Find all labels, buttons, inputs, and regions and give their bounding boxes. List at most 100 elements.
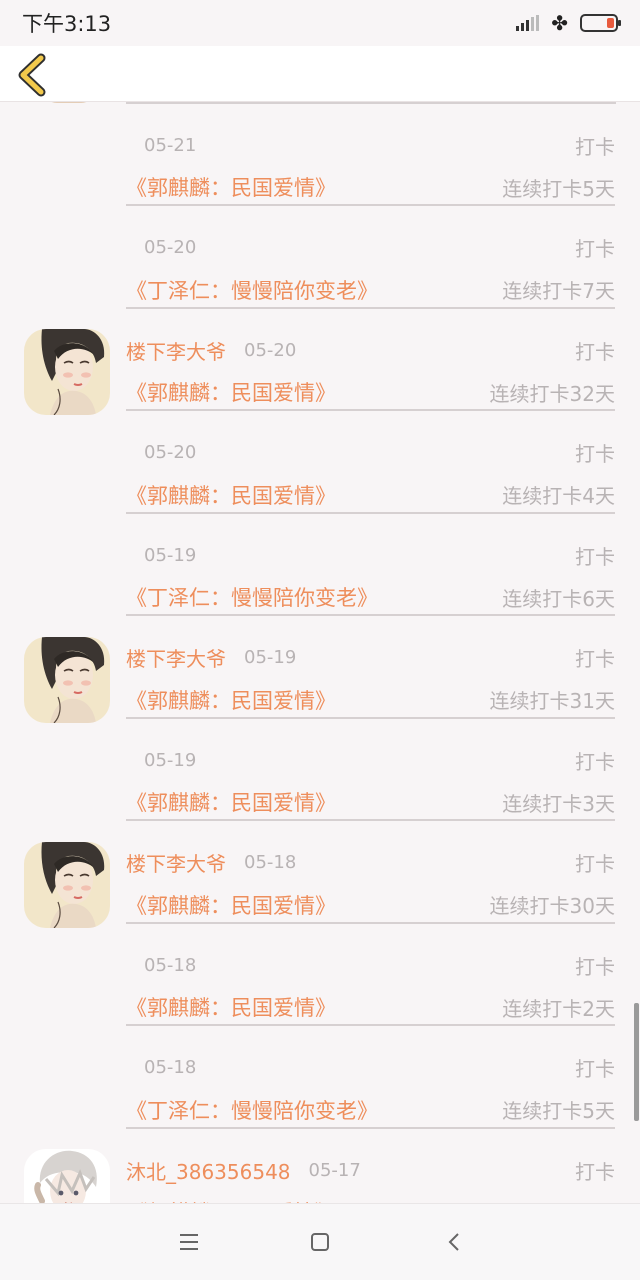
record-header: 05-20 打卡 (126, 438, 615, 468)
record-date: 05-20 (144, 237, 197, 258)
record-body: 《郭麒麟：民国爱情》 连续打卡4天 (126, 480, 615, 510)
checkin-label: 打卡 (575, 749, 615, 774)
book-title-link[interactable]: 《丁泽仁：慢慢陪你变老》 (126, 582, 378, 612)
book-title-link[interactable]: 《郭麒麟：民国爱情》 (126, 787, 336, 817)
menu-icon (180, 1234, 198, 1250)
streak-count: 连续打卡30天 (489, 894, 615, 918)
top-bar (0, 46, 640, 102)
record-header: 05-21 打卡 (126, 130, 615, 160)
streak-count: 连续打卡32天 (489, 381, 615, 406)
system-back-button[interactable] (441, 1228, 469, 1256)
checkin-label: 打卡 (575, 1159, 615, 1184)
nickname[interactable]: 楼下李大爷 (126, 336, 226, 365)
avatar-girl-illustration[interactable] (24, 329, 110, 415)
book-title-link[interactable]: 《郭麒麟：民国爱情》 (126, 172, 336, 202)
checkin-list[interactable]: 05-21 打卡 《郭麒麟：民国爱情》 连续打卡5天 05-20 打卡 《丁泽仁… (0, 102, 640, 1203)
checkin-record[interactable]: 05-20 打卡 《郭麒麟：民国爱情》 连续打卡4天 (0, 412, 640, 515)
checkin-label: 打卡 (575, 237, 615, 261)
record-header: 05-19 打卡 (126, 745, 615, 775)
book-title-link[interactable]: 《丁泽仁：慢慢陪你变老》 (126, 275, 378, 305)
record-header: 05-18 打卡 (126, 950, 615, 980)
avatar-girl-illustration[interactable] (24, 841, 110, 928)
record-body: 《郭麒麟：民国爱情》 连续打卡5天 (126, 172, 615, 202)
checkin-record[interactable]: 楼下李大爷 05-19 打卡 《郭麒麟：民国爱情》 连续打卡31天 (0, 617, 640, 723)
status-icons: ✤ (516, 11, 621, 35)
nickname[interactable]: 楼下李大爷 (126, 643, 226, 672)
battery-icon (580, 14, 621, 32)
record-body: 《丁泽仁：慢慢陪你变老》 连续打卡7天 (126, 275, 615, 305)
nickname[interactable]: 楼下李大爷 (126, 848, 226, 877)
status-bar: 下午3:13 ✤ (0, 0, 640, 46)
record-header: 楼下李大爷 05-20 打卡 (126, 335, 615, 365)
streak-count: 连续打卡31天 (489, 689, 615, 713)
record-date: 05-21 (144, 134, 197, 156)
streak-count: 连续打卡4天 (502, 484, 615, 508)
streak-count: 连续打卡5天 (502, 176, 615, 201)
book-title-link[interactable]: 《郭麒麟：民国爱情》 (126, 890, 336, 920)
streak-count: 连续打卡2天 (502, 996, 615, 1021)
checkin-record[interactable]: 05-21 打卡 《郭麒麟：民国爱情》 连续打卡5天 (0, 104, 640, 207)
checkin-label: 打卡 (575, 544, 615, 569)
record-header: 楼下李大爷 05-18 打卡 (126, 848, 615, 878)
avatar-anime-boy[interactable] (24, 1149, 110, 1203)
checkin-label: 打卡 (575, 442, 615, 466)
streak-count: 连续打卡3天 (502, 791, 615, 816)
record-date: 05-17 (308, 1159, 361, 1181)
record-body: 《丁泽仁：慢慢陪你变老》 连续打卡6天 (126, 582, 615, 612)
signal-icon (516, 15, 540, 31)
checkin-label: 打卡 (575, 1057, 615, 1081)
book-title-link[interactable]: 《丁泽仁：慢慢陪你变老》 (126, 1095, 378, 1125)
record-body: 《郭麒麟：民国爱情》 连续打卡31天 (126, 685, 615, 715)
record-date: 05-19 (144, 544, 197, 566)
record-body: 《郭麒麟：民国爱情》 连续打卡2天 (126, 992, 615, 1022)
battery-level (607, 18, 614, 28)
checkin-record[interactable]: 05-18 打卡 《丁泽仁：慢慢陪你变老》 连续打卡5天 (0, 1027, 640, 1130)
clover-icon: ✤ (551, 11, 568, 35)
home-square-icon (311, 1233, 329, 1251)
record-date: 05-18 (144, 1057, 197, 1078)
checkin-label: 打卡 (575, 339, 615, 364)
checkin-record[interactable]: 05-19 打卡 《丁泽仁：慢慢陪你变老》 连续打卡6天 (0, 514, 640, 617)
record-body: 《丁泽仁：慢慢陪你变老》 连续打卡5天 (126, 1095, 615, 1125)
record-date: 05-18 (244, 852, 297, 873)
checkin-record[interactable]: 楼下李大爷 05-20 打卡 《郭麒麟：民国爱情》 连续打卡32天 (0, 309, 640, 415)
partial-avatar (42, 102, 96, 103)
checkin-record[interactable]: 楼下李大爷 05-18 打卡 《郭麒麟：民国爱情》 连续打卡30天 (0, 822, 640, 928)
record-header: 沐北_386356548 05-17 打卡 (126, 1155, 615, 1185)
record-header: 05-19 打卡 (126, 540, 615, 570)
book-title-link[interactable]: 《郭麒麟：民国爱情》 (126, 685, 336, 715)
book-title-link[interactable]: 《郭麒麟：民国爱情》 (126, 992, 336, 1022)
checkin-record[interactable]: 05-19 打卡 《郭麒麟：民国爱情》 连续打卡3天 (0, 719, 640, 822)
record-header: 楼下李大爷 05-19 打卡 (126, 643, 615, 673)
record-date: 05-18 (144, 954, 197, 976)
menu-button[interactable] (175, 1228, 203, 1256)
nickname[interactable]: 沐北_386356548 (126, 1156, 291, 1185)
chevron-left-icon (18, 53, 46, 97)
streak-count: 连续打卡5天 (502, 1099, 615, 1123)
record-body: 《郭麒麟：民国爱情》 连续打卡30天 (126, 890, 615, 920)
checkin-label: 打卡 (575, 134, 615, 159)
record-body: 《郭麒麟：民国爱情》 连续打卡3天 (126, 787, 615, 817)
checkin-record[interactable]: 05-18 打卡 《郭麒麟：民国爱情》 连续打卡2天 (0, 924, 640, 1027)
checkin-record[interactable]: 05-20 打卡 《丁泽仁：慢慢陪你变老》 连续打卡7天 (0, 207, 640, 310)
record-date: 05-20 (244, 339, 297, 361)
streak-count: 连续打卡6天 (502, 586, 615, 611)
checkin-label: 打卡 (575, 954, 615, 979)
home-button[interactable] (306, 1228, 334, 1256)
checkin-label: 打卡 (575, 647, 615, 671)
back-button[interactable] (10, 50, 58, 98)
book-title-link[interactable]: 《郭麒麟：民国爱情》 (126, 377, 336, 407)
record-date: 05-19 (244, 647, 297, 668)
checkin-label: 打卡 (575, 852, 615, 876)
scrollbar-thumb[interactable] (634, 1003, 639, 1121)
status-time: 下午3:13 (22, 12, 112, 36)
record-header: 05-20 打卡 (126, 233, 615, 263)
streak-count: 连续打卡7天 (502, 279, 615, 303)
checkin-record[interactable]: 沐北_386356548 05-17 打卡 《郭麒麟：民国爱情》 连续打卡1天 (0, 1129, 640, 1203)
record-date: 05-19 (144, 749, 197, 771)
record-date: 05-20 (144, 442, 197, 463)
record-header: 05-18 打卡 (126, 1053, 615, 1083)
book-title-link[interactable]: 《郭麒麟：民国爱情》 (126, 480, 336, 510)
avatar-girl-illustration[interactable] (24, 636, 110, 723)
checkin-rows: 05-21 打卡 《郭麒麟：民国爱情》 连续打卡5天 05-20 打卡 《丁泽仁… (0, 104, 640, 1203)
